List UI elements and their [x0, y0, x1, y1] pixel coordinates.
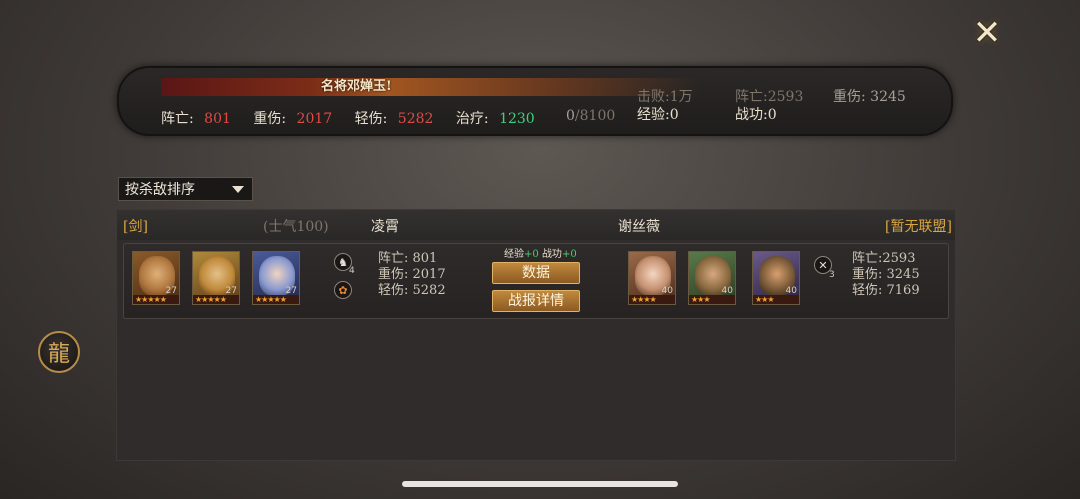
- battle-summary-bar: 名将邓婵玉! 阵亡: 801 重伤: 2017 轻伤: 5282 治疗: 123…: [117, 66, 953, 136]
- hero-portrait[interactable]: 27 ★★★★★: [252, 251, 300, 305]
- close-icon[interactable]: ✕: [970, 13, 1004, 53]
- hero-portrait[interactable]: 40 ★★★: [752, 251, 800, 305]
- home-indicator[interactable]: [402, 481, 678, 487]
- battle-row[interactable]: 27 ★★★★★ 27 ★★★★★ 27 ★★★★★ ♞ 4 ✿ 阵亡: 801…: [123, 243, 949, 319]
- paw-skill-icon[interactable]: ✿: [334, 281, 352, 299]
- progress-counter: 0/8100: [566, 108, 616, 124]
- right-heavy: 重伤: 3245: [833, 89, 906, 105]
- left-alliance-tag: [剑]: [123, 219, 148, 235]
- battle-report-panel: [剑] (士气100) 凌霄 谢丝薇 [暂无联盟] 27 ★★★★★ 27 ★★…: [116, 209, 956, 461]
- heavy-value: 2017: [296, 111, 333, 127]
- panel-header: [剑] (士气100) 凌霄 谢丝薇 [暂无联盟]: [117, 210, 955, 240]
- right-dead: 阵亡:2593: [735, 89, 804, 105]
- report-details-button[interactable]: 战报详情: [492, 290, 580, 312]
- sort-label: 按杀敌排序: [125, 182, 195, 198]
- casualty-stats: 阵亡: 801 重伤: 2017 轻伤: 5282 治疗: 1230: [161, 111, 535, 127]
- merit-gain: 战功:0: [735, 107, 777, 123]
- heal-value: 1230: [499, 111, 535, 127]
- reward-line: 经验+0 战功+0: [504, 249, 577, 260]
- chevron-down-icon: [232, 186, 244, 193]
- sort-dropdown[interactable]: 按杀敌排序: [118, 177, 253, 201]
- hero-portrait[interactable]: 40 ★★★★: [628, 251, 676, 305]
- data-button[interactable]: 数据: [492, 262, 580, 284]
- right-player-name: 谢丝薇: [618, 219, 660, 235]
- left-player-name: 凌霄: [371, 219, 399, 235]
- hero-portrait[interactable]: 27 ★★★★★: [132, 251, 180, 305]
- dragon-emblem-icon[interactable]: 龍: [38, 331, 80, 373]
- morale-text: (士气100): [263, 219, 329, 235]
- dead-value: 801: [204, 111, 231, 127]
- banner-text: 名将邓婵玉!: [321, 79, 392, 94]
- exp-gain: 经验:0: [637, 107, 679, 123]
- defeat-count: 击败:1万: [637, 89, 693, 105]
- right-casualty-stats: 阵亡:2593 重伤: 3245 轻伤: 7169: [852, 251, 920, 298]
- left-casualty-stats: 阵亡: 801 重伤: 2017 轻伤: 5282: [378, 251, 446, 298]
- right-alliance-tag: [暂无联盟]: [885, 219, 952, 235]
- light-value: 5282: [397, 111, 434, 127]
- hero-portrait[interactable]: 27 ★★★★★: [192, 251, 240, 305]
- announcement-banner: 名将邓婵玉!: [161, 78, 701, 96]
- hero-portrait[interactable]: 40 ★★★: [688, 251, 736, 305]
